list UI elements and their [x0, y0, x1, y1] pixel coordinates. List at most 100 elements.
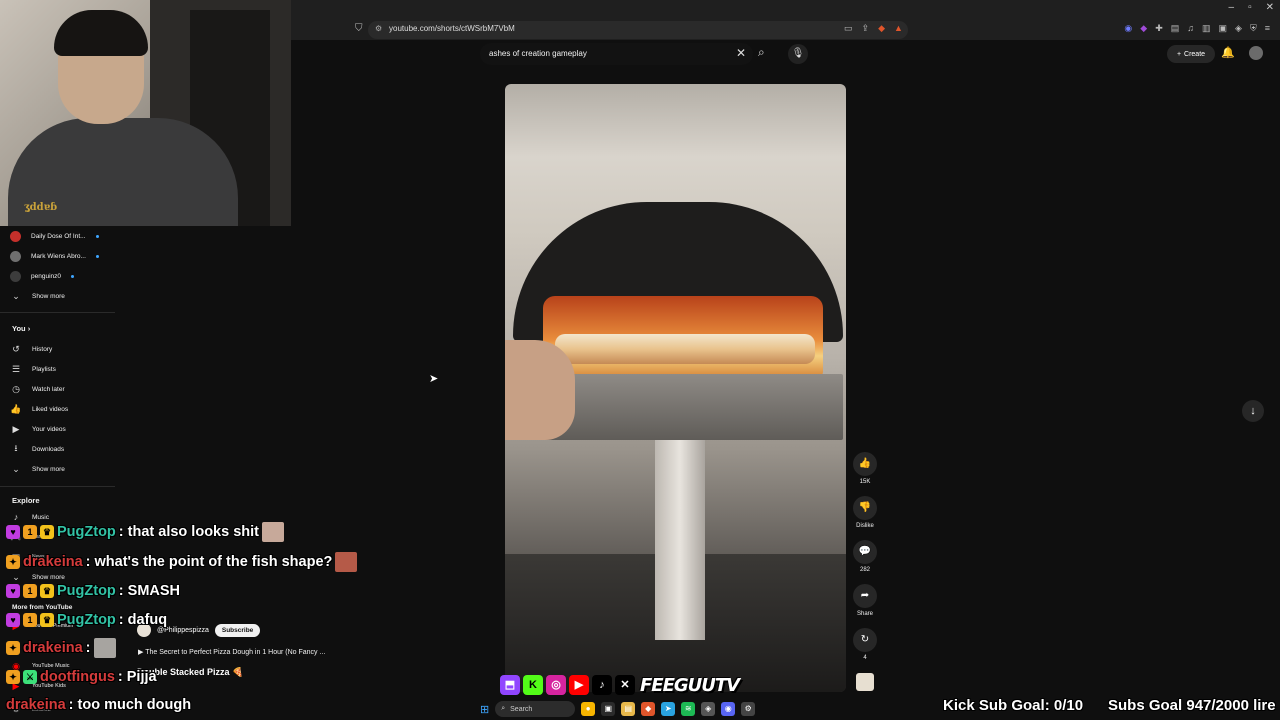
remix-button[interactable]: ↻ — [853, 628, 877, 652]
minimize-button[interactable]: – — [1229, 2, 1235, 13]
extension-icons: ◉ ◆ ✚ ▤ ♫ ▥ ▣ ◈ ⛨ ≡ — [1124, 23, 1270, 34]
like-button[interactable]: 👍 — [853, 452, 877, 476]
sidebar-item-liked-videos[interactable]: 👍 Liked videos — [10, 402, 68, 416]
sidebar-item-playlists[interactable]: ☰ Playlists — [10, 362, 56, 376]
youtube-icon: ▶ — [569, 675, 589, 695]
chat-message: ✦ drakeina : — [6, 637, 116, 659]
taskbar-app-icon[interactable]: ● — [581, 702, 596, 716]
chat-text: : what's the point of the fish shape? — [85, 554, 333, 570]
sidebar-toggle-icon[interactable]: ▥ — [1202, 23, 1211, 34]
subscribe-button[interactable]: Subscribe — [214, 623, 261, 637]
next-short-button[interactable]: ↓ — [1242, 400, 1264, 422]
channel-avatar — [10, 270, 21, 282]
windows-start-icon[interactable]: ⊞ — [480, 703, 489, 716]
live-dot — [95, 234, 99, 238]
short-video-player[interactable] — [505, 84, 846, 692]
spotify-icon[interactable]: ≋ — [681, 702, 696, 716]
shirt-logo: ʓddɐɓ — [24, 202, 58, 213]
url-text[interactable]: youtube.com/shorts/ctWSrbM7VbM — [389, 24, 515, 33]
discord-icon[interactable]: ◉ — [721, 702, 736, 716]
sidebar-divider — [0, 486, 115, 487]
telegram-icon[interactable]: ➤ — [661, 702, 676, 716]
you-show-more[interactable]: ⌄ Show more — [10, 462, 65, 476]
wallet-icon[interactable]: ▣ — [1219, 23, 1228, 34]
bits-badge-icon: 1 — [23, 584, 37, 598]
reading-list-icon[interactable]: ▤ — [1171, 23, 1180, 34]
taskbar-search[interactable]: ⌕ Search — [495, 701, 576, 717]
account-avatar[interactable] — [1249, 46, 1263, 60]
chat-text: : dafuq — [118, 612, 168, 628]
crown-badge-icon: ♛ — [40, 525, 54, 539]
site-info-icon[interactable]: ⚙ — [375, 24, 382, 33]
related-video-link[interactable]: ▶ The Secret to Perfect Pizza Dough in 1… — [138, 648, 325, 656]
sound-thumbnail[interactable] — [856, 673, 874, 691]
sub-badge-icon: ♥ — [6, 525, 20, 539]
dislike-label: Dislike — [856, 523, 874, 529]
extension-icon[interactable]: ◆ — [1140, 23, 1147, 34]
chat-text: : that also looks shit — [118, 524, 259, 540]
bookmark-icon[interactable]: ⛉ — [355, 23, 363, 34]
sidebar-item-label: Your videos — [32, 425, 66, 433]
sidebar-subscription[interactable]: penguinz0 — [10, 269, 74, 283]
streamer-webcam: ʓddɐɓ — [0, 0, 291, 226]
chevron-right-icon: › — [27, 324, 31, 333]
microphone-icon[interactable]: 🎙 — [788, 44, 808, 64]
pizza — [555, 334, 815, 364]
vpn-icon[interactable]: ◈ — [1235, 23, 1242, 34]
sidebar-item-your-videos[interactable]: ▶ Your videos — [10, 422, 66, 436]
comments-button[interactable]: 💬 — [853, 540, 877, 564]
sidebar-subscription[interactable]: Daily Dose Of Int... — [10, 229, 99, 243]
plus-icon: + — [1176, 50, 1182, 58]
brave-shield-icon[interactable]: ◆ — [878, 23, 885, 34]
maximize-button[interactable]: ▫ — [1248, 2, 1252, 13]
windows-taskbar: ⊞ ⌕ Search ● ▣ ▤ ◆ ➤ ≋ ◈ ◉ ⚙ — [480, 698, 800, 720]
share-button[interactable]: ➦ — [853, 584, 877, 608]
create-button[interactable]: + Create — [1167, 45, 1215, 63]
sidebar-item-label: Downloads — [32, 445, 65, 453]
address-bar-actions: ▭ ⇪ ◆ ▲ — [844, 23, 903, 34]
chat-username: PugZtop — [57, 524, 116, 540]
emote-icon — [93, 638, 116, 658]
thumbs-up-icon: 👍 — [10, 403, 22, 414]
shield-icon[interactable]: ⛨ — [1250, 23, 1257, 34]
bits-badge-icon: 1 — [23, 613, 37, 627]
browser-toolbar: – ▫ ✕ ⛉ ⚙ youtube.com/shorts/ctWSrbM7VbM… — [291, 0, 1280, 40]
sidebar-item-watch-later[interactable]: ◷ Watch later — [10, 382, 65, 396]
media-control-icon[interactable]: ♫ — [1187, 23, 1194, 34]
chat-message: ✦ drakeina : what's the point of the fis… — [6, 551, 358, 573]
crown-badge-icon: ♛ — [40, 584, 54, 598]
clear-search-icon[interactable]: ✕ — [736, 46, 746, 60]
close-window-button[interactable]: ✕ — [1266, 2, 1274, 13]
clock-icon: ◷ — [12, 383, 20, 394]
chevron-down-icon: ⌄ — [12, 463, 20, 474]
emote-icon — [261, 522, 284, 542]
sidebar-item-label: Music — [32, 513, 49, 521]
dislike-button[interactable]: 👎 — [853, 496, 877, 520]
settings-icon[interactable]: ⚙ — [741, 702, 756, 716]
extension-icon[interactable]: ◉ — [1124, 23, 1132, 34]
menu-icon[interactable]: ≡ — [1265, 23, 1270, 34]
search-icon[interactable]: ⌕ — [758, 45, 765, 60]
you-section-header[interactable]: You › — [12, 324, 30, 333]
brave-browser-icon[interactable]: ◆ — [641, 702, 656, 716]
notifications-bell-icon[interactable]: 🔔 — [1221, 46, 1235, 59]
taskbar-app-icon[interactable]: ◈ — [701, 702, 716, 716]
sidebar-subscription[interactable]: Mark Wiens Abro... — [10, 249, 99, 263]
file-explorer-icon[interactable]: ▤ — [621, 702, 636, 716]
subscriptions-show-more[interactable]: ⌄ Show more — [10, 289, 65, 303]
download-icon: ⭳ — [14, 443, 18, 453]
sidebar-item-downloads[interactable]: ⭳ Downloads — [10, 442, 64, 456]
show-more-label: Show more — [32, 292, 65, 300]
taskbar-app-icon[interactable]: ▣ — [601, 702, 616, 716]
bits-badge-icon: 1 — [23, 525, 37, 539]
chat-username: PugZtop — [57, 583, 116, 599]
subscription-label: Daily Dose Of Int... — [31, 232, 86, 240]
bits-badge-icon: ✦ — [6, 641, 20, 655]
install-app-icon[interactable]: ▭ — [844, 23, 853, 34]
share-icon[interactable]: ⇪ — [862, 23, 870, 34]
sidebar-item-history[interactable]: ↺ History — [10, 342, 52, 356]
rewards-icon[interactable]: ▲ — [894, 23, 903, 34]
extensions-puzzle-icon[interactable]: ✚ — [1155, 23, 1163, 34]
sub-badge-icon: ♥ — [6, 584, 20, 598]
search-input[interactable]: ashes of creation gameplay — [489, 49, 587, 58]
